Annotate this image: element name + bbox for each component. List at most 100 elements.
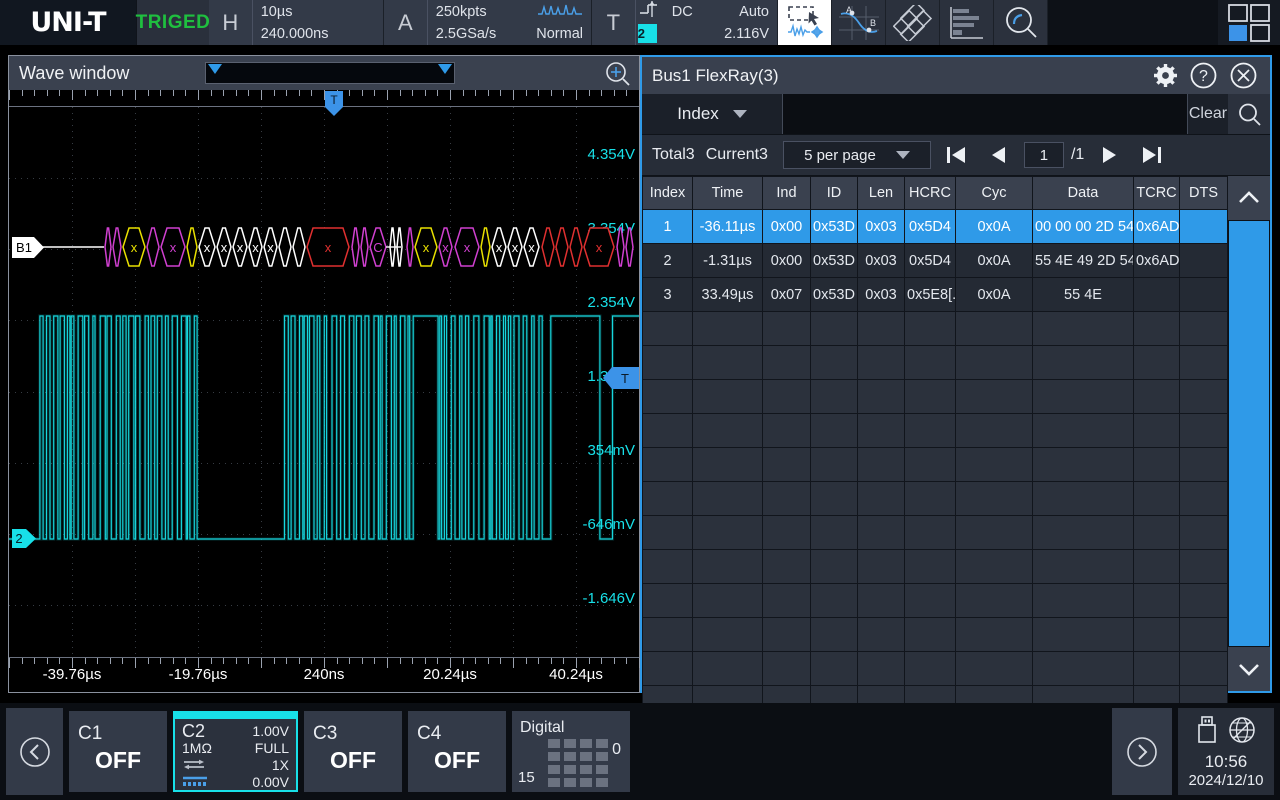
channel-c2-bandwidth: FULL <box>254 740 289 757</box>
channel-c3-button[interactable]: C3 OFF <box>304 711 402 792</box>
decode-table-empty-row[interactable] <box>642 447 1228 482</box>
search-icon[interactable] <box>994 0 1048 45</box>
channel-c1-button[interactable]: C1 OFF <box>69 711 167 792</box>
decode-column-header: HCRC <box>904 176 956 210</box>
last-page-icon[interactable] <box>1134 140 1170 170</box>
decode-cell-data: 00 00 00 2D 54 .. <box>1032 209 1134 244</box>
chevron-down-icon <box>895 151 910 159</box>
decode-cell-empty <box>1133 413 1180 448</box>
scrollbar-thumb[interactable] <box>1229 221 1269 646</box>
decode-cell-empty <box>1133 617 1180 652</box>
first-page-icon[interactable] <box>938 140 974 170</box>
clear-button[interactable]: Clear <box>1187 94 1228 134</box>
histogram-icon[interactable] <box>940 0 994 45</box>
scrollbar-track[interactable] <box>1228 220 1270 647</box>
search-icon[interactable] <box>1228 94 1270 134</box>
zone-select-icon[interactable] <box>778 0 832 45</box>
decode-cell-empty <box>955 515 1033 550</box>
decode-cell-cyc: 0x0A <box>955 277 1033 312</box>
zoom-right-handle[interactable] <box>438 64 452 74</box>
per-page-dropdown[interactable]: 5 per page <box>782 141 931 169</box>
decode-table-row[interactable]: 1 -36.11µs 0x00 0x53D 0x03 0x5D4 0x0A 00 00 00 … <box>642 209 1228 244</box>
decode-table-row[interactable]: 2 -1.31µs 0x00 0x53D 0x03 0x5D4 0x0A 55 4E 49 2… <box>642 243 1228 278</box>
decode-table-empty-row[interactable] <box>642 481 1228 516</box>
decode-cell-empty <box>1179 311 1228 346</box>
decode-cell-empty <box>1032 515 1134 550</box>
time-axis-tick <box>122 658 124 664</box>
decode-cell-empty <box>1133 447 1180 482</box>
decode-cell-empty <box>904 515 956 550</box>
decode-cell-empty <box>642 549 693 584</box>
grid-layout-icon[interactable] <box>1218 0 1280 45</box>
decode-cell-empty <box>692 379 763 414</box>
search-input[interactable] <box>783 94 1187 134</box>
decode-cell-empty <box>1179 413 1228 448</box>
zoom-left-handle[interactable] <box>208 64 222 74</box>
time-axis-tick <box>34 658 36 664</box>
trigger-level-marker[interactable]: T <box>603 367 639 389</box>
time-axis-label: 20.24µs <box>423 666 477 683</box>
decode-cell-empty <box>810 549 858 584</box>
ruler-tick <box>223 90 225 96</box>
acquire-settings-group[interactable]: A 250kpts 2.5GSa/s Normal <box>384 0 592 45</box>
cursor-ab-icon[interactable]: A B <box>832 0 886 45</box>
ruler-tick <box>198 90 199 100</box>
decode-table-empty-row[interactable] <box>642 651 1228 686</box>
zoom-range-bar[interactable] <box>205 62 455 84</box>
decode-column-header: Len <box>857 176 905 210</box>
ruler-tick <box>210 90 212 96</box>
channel-c4-button[interactable]: C4 OFF <box>408 711 506 792</box>
decode-table-empty-row[interactable] <box>642 345 1228 380</box>
decode-cell-empty <box>857 379 905 414</box>
decode-table-empty-row[interactable] <box>642 549 1228 584</box>
search-mode-dropdown[interactable]: Index <box>642 94 783 134</box>
ruler-tick <box>311 90 313 96</box>
chevron-down-icon[interactable] <box>1228 647 1270 691</box>
decode-column-header: TCRC <box>1133 176 1180 210</box>
next-page-icon[interactable] <box>1091 140 1127 170</box>
decode-table-empty-row[interactable] <box>642 583 1228 618</box>
decode-scrollbar[interactable] <box>1228 176 1270 691</box>
decode-table-row[interactable]: 3 33.49µs 0x07 0x53D 0x03 0x5E8[.. 0x0A 55 4E <box>642 277 1228 312</box>
bus-b1-marker[interactable]: B1 <box>12 237 44 258</box>
prev-arrow-icon[interactable] <box>6 708 63 795</box>
measure-icon[interactable] <box>886 0 940 45</box>
channel-c2-offset: 0.00V <box>252 773 289 790</box>
waveform-plot[interactable]: 4.354V3.354V2.354V1.354V354mV-646mV-1.64… <box>9 107 639 676</box>
trigger-settings-group[interactable]: T DC Auto 2 2.116V <box>592 0 778 45</box>
chevron-up-icon[interactable] <box>1228 176 1270 220</box>
zoom-in-icon[interactable] <box>605 61 631 87</box>
help-icon[interactable]: ? <box>1189 61 1218 90</box>
decode-table-empty-row[interactable] <box>642 311 1228 346</box>
decode-cell-hcrc: 0x5D4 <box>904 243 956 278</box>
waveform-trace: xxxxxxxxCxxxxxxx <box>9 227 639 541</box>
decode-table-empty-row[interactable] <box>642 413 1228 448</box>
trigger-position-marker[interactable]: T <box>325 91 343 116</box>
next-arrow-icon[interactable] <box>1112 708 1172 795</box>
close-icon[interactable] <box>1229 61 1258 90</box>
gear-icon[interactable] <box>1151 61 1180 90</box>
horizontal-settings-group[interactable]: H 10µs 240.000ns <box>209 0 384 45</box>
horizontal-scale: 10µs <box>260 3 293 20</box>
channel-c2-button[interactable]: C2 1.00V 1MΩ FULL 1X 0.00V <box>173 711 298 792</box>
time-axis-tick <box>59 658 61 664</box>
ruler-tick <box>172 90 174 96</box>
channel-c1-label: C1 <box>78 723 103 744</box>
acquire-letter: A <box>384 0 428 45</box>
time-axis-tick <box>84 658 86 664</box>
decode-table-empty-row[interactable] <box>642 617 1228 652</box>
page-number-input[interactable]: 1 <box>1023 142 1064 168</box>
digital-channels-button[interactable]: Digital 0 15 <box>512 711 630 792</box>
per-page-label: 5 per page <box>804 146 876 164</box>
decode-cell-empty <box>762 481 811 516</box>
decode-table-empty-row[interactable] <box>642 379 1228 414</box>
channel-2-position-marker[interactable]: 2 <box>12 529 36 548</box>
status-clock[interactable]: 10:56 2024/12/10 <box>1178 708 1274 795</box>
decode-cell-empty <box>810 583 858 618</box>
ruler-tick <box>261 90 262 100</box>
decode-cell-empty <box>1133 345 1180 380</box>
svg-text:x: x <box>204 240 211 255</box>
decode-table-empty-row[interactable] <box>642 515 1228 550</box>
decode-cell-hcrc: 0x5E8[.. <box>904 277 956 312</box>
prev-page-icon[interactable] <box>981 140 1017 170</box>
